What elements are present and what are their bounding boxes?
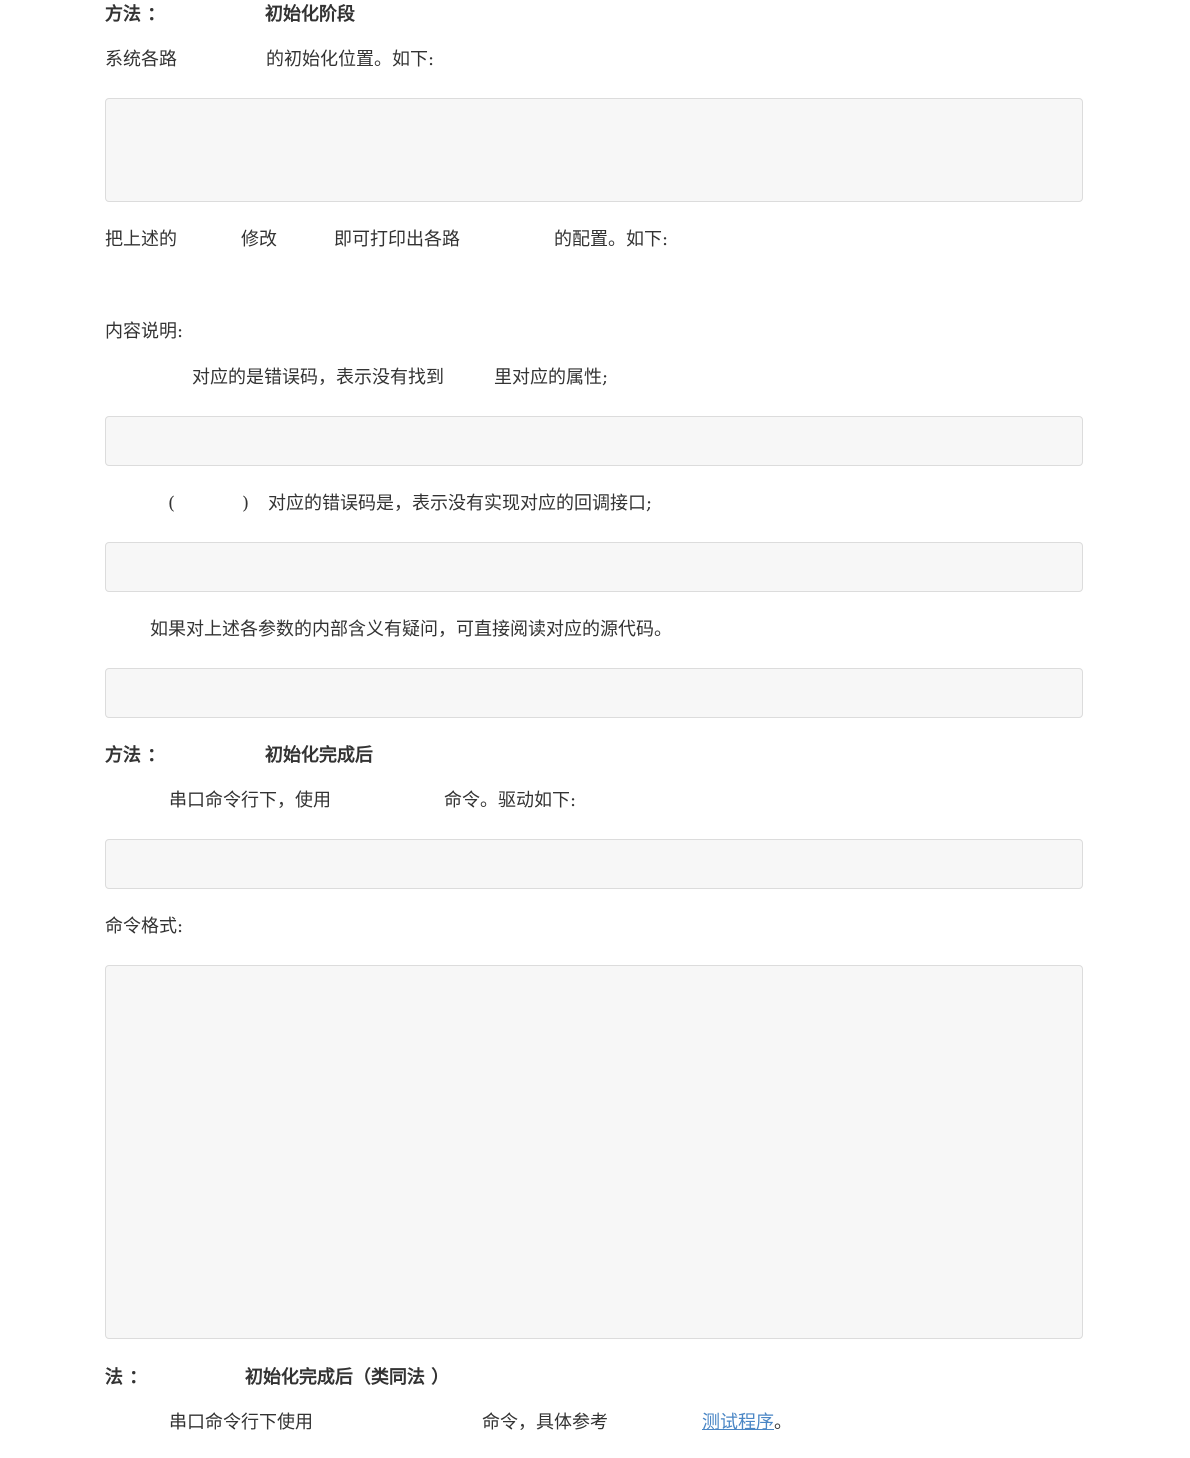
p2-text-d: 的配置。如下: xyxy=(554,229,669,250)
method2-prefix: 方法 ： xyxy=(105,745,166,766)
code-block-2 xyxy=(105,416,1083,466)
code-block-6 xyxy=(105,965,1083,1339)
method3-prefix: 法 ： xyxy=(105,1367,148,1388)
p6-text-b: 命令。驱动如下: xyxy=(444,790,577,811)
code-block-5 xyxy=(105,839,1083,889)
method1-title: 初始化阶段 xyxy=(265,4,355,25)
p1-text-a: 系统各路 xyxy=(105,49,177,70)
code-block-1 xyxy=(105,98,1083,202)
p3-text-a: 对应的是错误码，表示没有找到 xyxy=(192,367,444,388)
method3-title: 初始化完成后（类同法 ） xyxy=(245,1367,450,1388)
p1-text-b: 的初始化位置。如下: xyxy=(266,49,435,70)
test-program-link[interactable]: 测试程序。 xyxy=(618,1414,792,1432)
p2-text-a: 把上述的 xyxy=(105,229,177,250)
format-label: 命令格式: xyxy=(105,916,184,937)
p7-text-b: 命令，具体参考 xyxy=(482,1412,608,1433)
p5-text: 如果对上述各参数的内部含义有疑问，可直接阅读对应的源代码。 xyxy=(150,619,672,640)
content-label: 内容说明: xyxy=(105,321,184,342)
method2-title: 初始化完成后 xyxy=(265,745,373,766)
p7-text-a: 串口命令行下使用 xyxy=(169,1412,313,1433)
p2-text-b: 修改 xyxy=(241,229,277,250)
code-block-4 xyxy=(105,668,1083,718)
p4-close-paren: ) xyxy=(242,493,250,514)
p4-text: 对应的错误码是，表示没有实现对应的回调接口; xyxy=(268,493,653,514)
code-block-3 xyxy=(105,542,1083,592)
p3-text-b: 里对应的属性; xyxy=(494,367,609,388)
p4-open-paren: ( xyxy=(168,493,176,514)
p7-end: 。 xyxy=(774,1412,792,1433)
method1-prefix: 方法 ： xyxy=(105,4,166,25)
p2-text-c: 即可打印出各路 xyxy=(334,229,460,250)
test-program-link-label[interactable]: 测试程序 xyxy=(618,1414,774,1432)
p6-text-a: 串口命令行下，使用 xyxy=(169,790,331,811)
